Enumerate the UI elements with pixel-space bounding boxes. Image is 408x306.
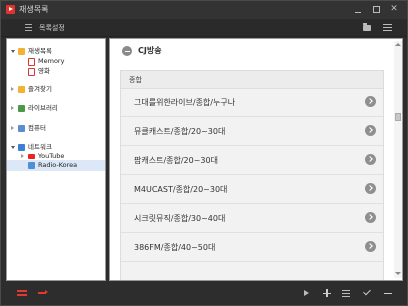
channel-label: 팝캐스트/종합/20~30대 bbox=[134, 156, 218, 165]
scroll-up-icon[interactable] bbox=[395, 43, 401, 46]
minimize-button[interactable] bbox=[351, 3, 365, 16]
radio-icon bbox=[28, 162, 35, 169]
channel-list-pane: CJ방송 종합 그대를위한라이브/종합/누구나 뮤클캐스트/종합/20~30대 … bbox=[109, 38, 403, 281]
channel-label: M4UCAST/종합/20~30대 bbox=[134, 185, 228, 194]
maximize-button[interactable] bbox=[369, 3, 383, 16]
network-icon bbox=[18, 144, 25, 151]
chevron-right-icon[interactable] bbox=[365, 212, 376, 223]
channel-label: 시크릿뮤직/종합/30~40대 bbox=[134, 214, 226, 223]
expand-arrow-icon[interactable] bbox=[11, 126, 14, 130]
chevron-right-icon[interactable] bbox=[365, 96, 376, 107]
channel-item[interactable]: 팝캐스트/종합/20~30대 bbox=[121, 146, 383, 175]
content-area: CJ방송 종합 그대를위한라이브/종합/누구나 뮤클캐스트/종합/20~30대 … bbox=[116, 39, 388, 280]
chevron-right-icon[interactable] bbox=[365, 154, 376, 165]
channel-item[interactable]: 시크릿뮤직/종합/30~40대 bbox=[121, 204, 383, 233]
open-folder-icon[interactable] bbox=[363, 23, 371, 31]
sort-icon[interactable] bbox=[383, 24, 392, 32]
scroll-down-icon[interactable] bbox=[395, 272, 401, 275]
tree-item-movie[interactable]: 영화 bbox=[7, 66, 105, 77]
list-settings-icon[interactable] bbox=[25, 24, 32, 31]
expand-arrow-icon[interactable] bbox=[11, 87, 14, 91]
channel-item[interactable]: 그대를위한라이브/종합/누구나 bbox=[121, 88, 383, 117]
shuffle-icon[interactable] bbox=[38, 290, 48, 295]
play-icon[interactable] bbox=[301, 287, 313, 299]
scroll-thumb[interactable] bbox=[395, 113, 401, 121]
expand-arrow-icon[interactable] bbox=[21, 154, 24, 158]
memory-icon bbox=[28, 58, 35, 66]
favorites-icon bbox=[18, 86, 25, 93]
channel-label: 그대를위한라이브/종합/누구나 bbox=[134, 98, 236, 107]
tree-item-favorites[interactable]: 즐겨찾기 bbox=[7, 84, 105, 95]
expand-arrow-icon[interactable] bbox=[11, 146, 15, 149]
vertical-scrollbar[interactable] bbox=[394, 41, 402, 278]
library-icon bbox=[18, 105, 25, 112]
sidebar-tree: 재생목록 Memory 영화 즐겨찾기 라이브러리 컴퓨터 네트워크 YouTu… bbox=[6, 38, 106, 281]
repeat-icon[interactable] bbox=[17, 289, 27, 296]
remove-icon[interactable] bbox=[382, 287, 394, 299]
section-header[interactable]: CJ방송 bbox=[118, 43, 378, 59]
chevron-right-icon[interactable] bbox=[365, 125, 376, 136]
toolbar: 목록설정 bbox=[1, 19, 407, 37]
close-button[interactable]: ✕ bbox=[387, 3, 401, 16]
chevron-right-icon[interactable] bbox=[365, 241, 376, 252]
app-logo-icon bbox=[6, 5, 15, 14]
section-title: CJ방송 bbox=[138, 46, 162, 55]
collapse-icon[interactable] bbox=[122, 46, 132, 56]
chevron-right-icon[interactable] bbox=[365, 183, 376, 194]
check-icon[interactable] bbox=[362, 287, 374, 299]
channel-item[interactable]: M4UCAST/종합/20~30대 bbox=[121, 175, 383, 204]
playlist-folder-icon bbox=[18, 48, 25, 55]
category-panel: 종합 그대를위한라이브/종합/누구나 뮤클캐스트/종합/20~30대 팝캐스트/… bbox=[120, 70, 384, 280]
movie-icon bbox=[28, 68, 35, 76]
title-bar: 재생목록 ✕ bbox=[1, 1, 407, 19]
playlist-icon[interactable] bbox=[340, 287, 352, 299]
playlist-window: 재생목록 ✕ 목록설정 재생목록 Memory 영화 즐겨찾기 라이브러리 컴퓨… bbox=[0, 0, 408, 306]
window-title: 재생목록 bbox=[19, 5, 49, 14]
tree-item-library[interactable]: 라이브러리 bbox=[7, 103, 105, 114]
youtube-icon bbox=[28, 154, 35, 159]
add-icon[interactable] bbox=[321, 287, 333, 299]
list-settings-button[interactable]: 목록설정 bbox=[39, 23, 65, 33]
channel-item[interactable]: 386FM/종합/40~50대 bbox=[121, 233, 383, 262]
category-header: 종합 bbox=[121, 71, 383, 89]
computer-icon bbox=[18, 125, 25, 132]
expand-arrow-icon[interactable] bbox=[11, 106, 14, 110]
channel-label: 뮤클캐스트/종합/20~30대 bbox=[134, 127, 226, 136]
tree-item-computer[interactable]: 컴퓨터 bbox=[7, 123, 105, 134]
channel-item[interactable]: 뮤클캐스트/종합/20~30대 bbox=[121, 117, 383, 146]
expand-arrow-icon[interactable] bbox=[11, 50, 15, 53]
channel-label: 386FM/종합/40~50대 bbox=[134, 243, 216, 252]
category-label: 종합 bbox=[129, 76, 142, 84]
tree-item-radio-korea[interactable]: Radio-Korea bbox=[7, 160, 105, 171]
bottom-toolbar bbox=[1, 281, 407, 305]
